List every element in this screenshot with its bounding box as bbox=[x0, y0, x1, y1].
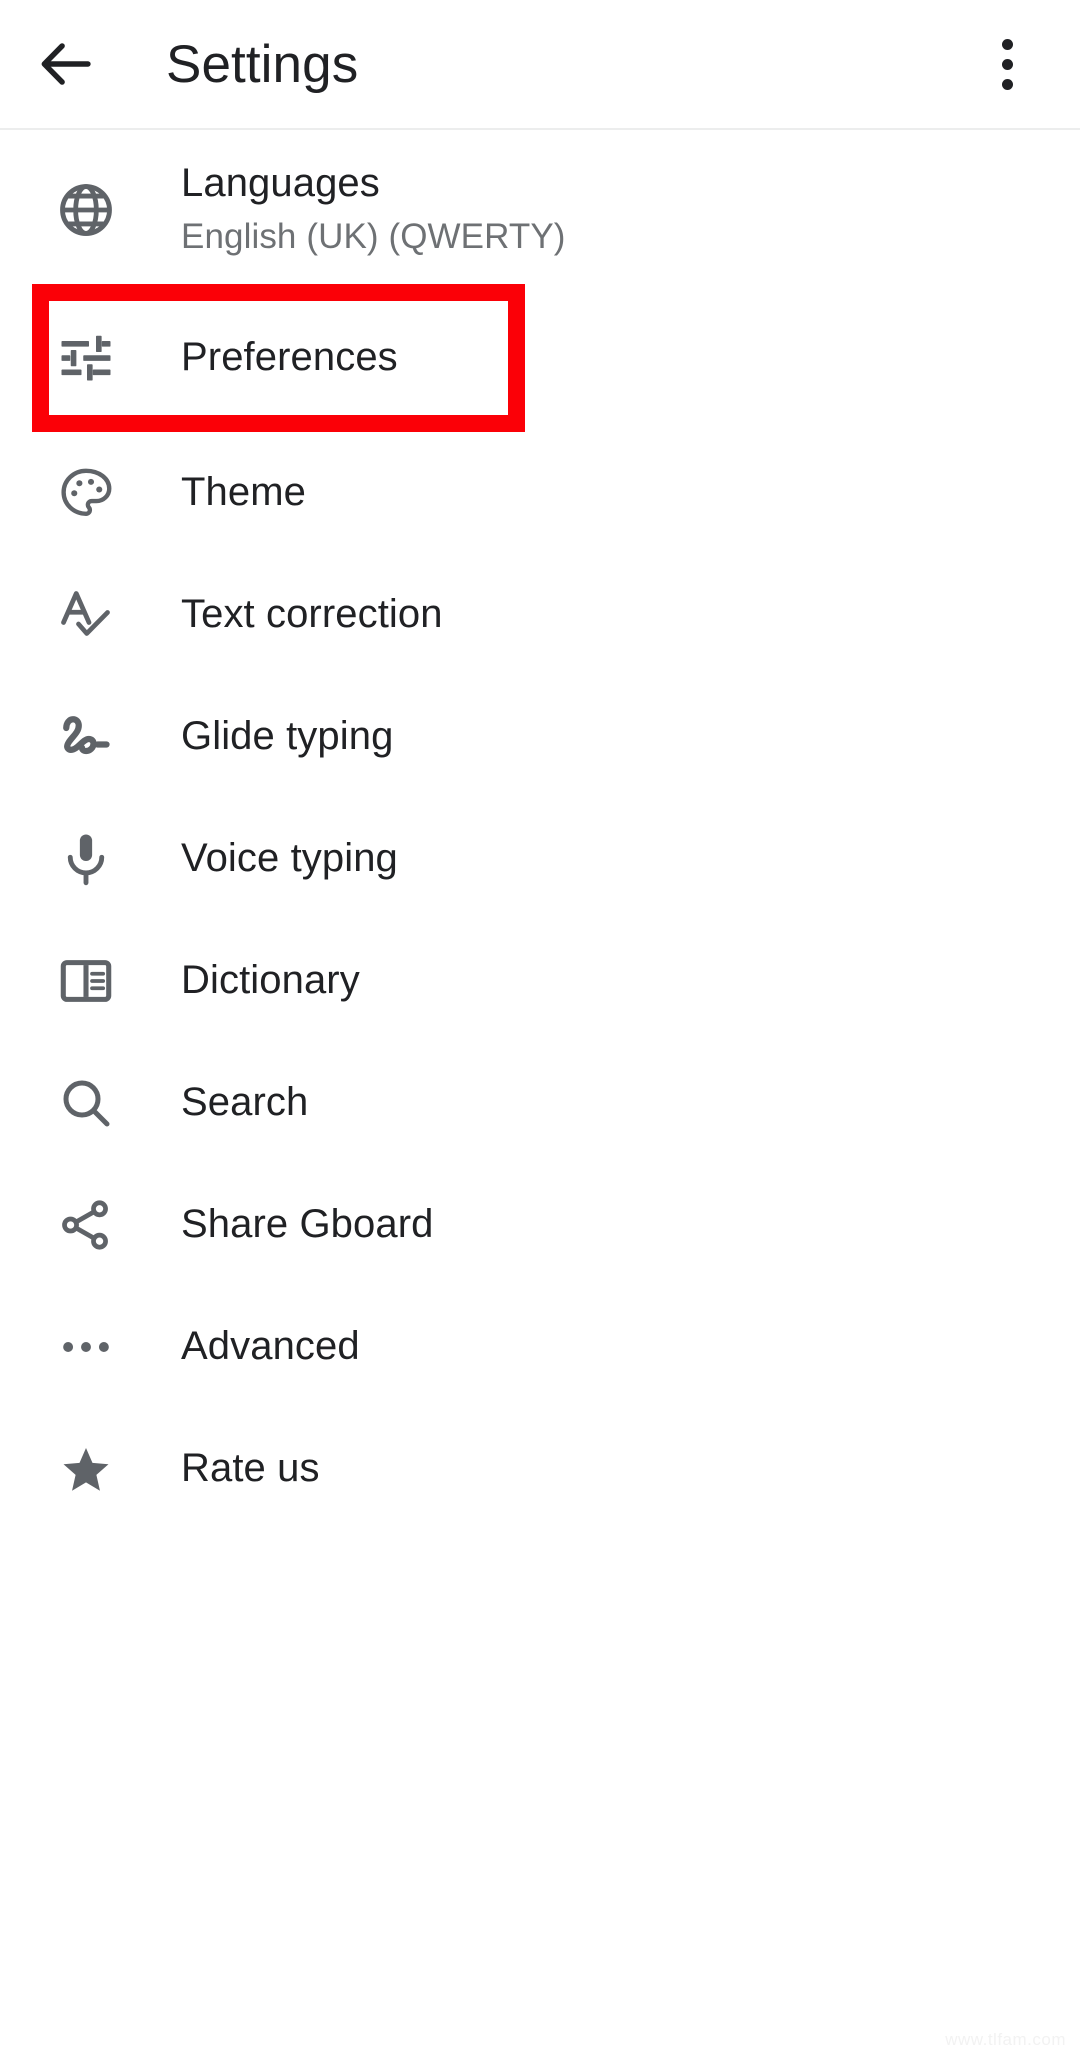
share-icon bbox=[38, 1196, 134, 1254]
list-item-voice-typing[interactable]: Voice typing bbox=[0, 798, 1080, 920]
back-button[interactable] bbox=[18, 16, 114, 112]
list-item-label: Languages bbox=[181, 161, 380, 206]
list-item-subtitle: English (UK) (QWERTY) bbox=[181, 217, 566, 257]
list-item-text-correction[interactable]: Text correction bbox=[0, 554, 1080, 676]
list-item-text: Languages English (UK) (QWERTY) bbox=[181, 160, 566, 260]
list-item-label: Share Gboard bbox=[181, 1202, 434, 1247]
list-item-text: Rate us bbox=[181, 1445, 320, 1492]
microphone-icon bbox=[38, 829, 134, 889]
list-item-text: Search bbox=[181, 1079, 308, 1126]
watermark: www.tlfam.com bbox=[945, 2030, 1066, 2049]
spellcheck-icon bbox=[38, 585, 134, 645]
list-item-label: Voice typing bbox=[181, 836, 398, 881]
list-item-share-gboard[interactable]: Share Gboard bbox=[0, 1164, 1080, 1286]
list-item-theme[interactable]: Theme bbox=[0, 432, 1080, 554]
list-item-preferences[interactable]: Preferences bbox=[0, 284, 1080, 432]
list-item-text: Voice typing bbox=[181, 835, 398, 882]
app-bar: Settings bbox=[0, 0, 1080, 128]
globe-icon bbox=[38, 179, 134, 241]
list-item-text: Advanced bbox=[181, 1323, 360, 1370]
list-item-label: Search bbox=[181, 1080, 309, 1125]
list-item-dictionary[interactable]: Dictionary bbox=[0, 920, 1080, 1042]
tune-sliders-icon bbox=[38, 328, 134, 388]
list-item-search[interactable]: Search bbox=[0, 1042, 1080, 1164]
list-item-label: Advanced bbox=[181, 1324, 360, 1369]
settings-list: Languages English (UK) (QWERTY) Preferen… bbox=[0, 130, 1080, 1530]
list-item-text: Text correction bbox=[181, 591, 443, 638]
list-item-label: Theme bbox=[181, 470, 306, 515]
page-title: Settings bbox=[166, 34, 359, 94]
list-item-text: Preferences bbox=[181, 334, 398, 381]
palette-icon bbox=[38, 463, 134, 523]
more-vert-icon-dot-1 bbox=[1001, 38, 1013, 50]
list-item-text: Glide typing bbox=[181, 713, 393, 760]
list-item-label: Preferences bbox=[181, 335, 398, 380]
dictionary-book-icon bbox=[38, 952, 134, 1010]
list-item-text: Dictionary bbox=[181, 957, 360, 1004]
list-item-text: Share Gboard bbox=[181, 1201, 433, 1248]
list-item-rate-us[interactable]: Rate us bbox=[0, 1408, 1080, 1530]
list-item-glide-typing[interactable]: Glide typing bbox=[0, 676, 1080, 798]
more-horiz-icon bbox=[38, 1318, 134, 1376]
list-item-text: Theme bbox=[181, 469, 306, 516]
list-item-label: Text correction bbox=[181, 592, 443, 637]
more-vert-icon-dot-3 bbox=[1001, 78, 1013, 90]
list-item-label: Rate us bbox=[181, 1446, 320, 1491]
list-item-label: Dictionary bbox=[181, 958, 360, 1003]
list-item-languages[interactable]: Languages English (UK) (QWERTY) bbox=[0, 136, 1080, 284]
list-item-label: Glide typing bbox=[181, 714, 394, 759]
search-icon bbox=[38, 1073, 134, 1133]
more-vert-icon-dot-2 bbox=[1001, 58, 1013, 70]
list-item-advanced[interactable]: Advanced bbox=[0, 1286, 1080, 1408]
gesture-icon bbox=[38, 707, 134, 767]
overflow-menu-button[interactable] bbox=[962, 19, 1052, 109]
star-icon bbox=[38, 1440, 134, 1498]
arrow-back-icon bbox=[35, 33, 97, 95]
